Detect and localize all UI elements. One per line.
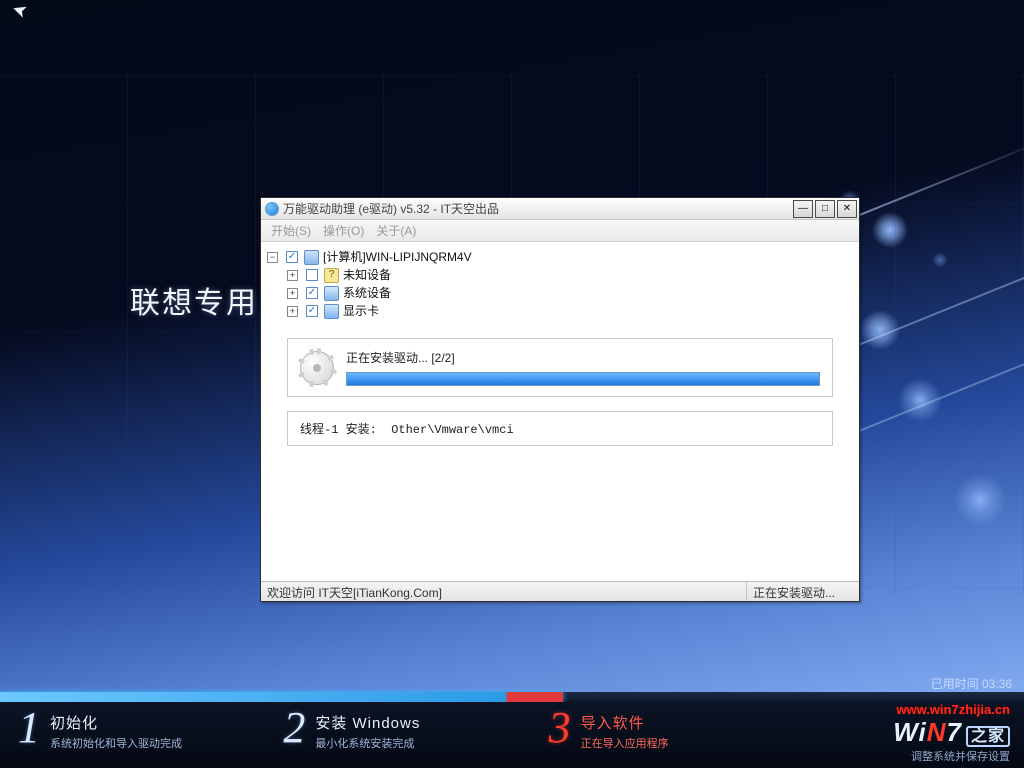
progress-label: 正在安装驱动... [2/2] [346, 349, 820, 366]
tree-row[interactable]: + ✓ 显示卡 [267, 302, 851, 320]
brand-logo: www.win7zhijia.cn WiN7之家 调整系统并保存设置 [893, 702, 1010, 764]
display-adapter-icon [324, 304, 339, 319]
step-title: 初始化 [50, 712, 182, 733]
maximize-button[interactable]: □ [815, 200, 835, 218]
logo-text: WiN7之家 [893, 717, 1010, 748]
step-number: 1 [18, 706, 40, 750]
menu-bar: 开始(S) 操作(O) 关于(A) [261, 220, 859, 242]
tree-node-label: 未知设备 [343, 266, 391, 284]
tree-node-label: 系统设备 [343, 284, 391, 302]
close-button[interactable]: ✕ [837, 200, 857, 218]
expand-icon[interactable]: + [287, 306, 298, 317]
install-steps: 1 初始化 系统初始化和导入驱动完成 2 安装 Windows 最小化系统安装完… [0, 702, 1024, 768]
install-log: 线程-1 安装: Other\Vmware\vmci [287, 411, 833, 446]
tree-root-label: [计算机]WIN-LIPIJNQRM4V [323, 248, 472, 266]
minimize-button[interactable]: — [793, 200, 813, 218]
checkbox[interactable]: ✓ [306, 305, 318, 317]
gear-icon [300, 351, 334, 385]
step-3-active: 3 导入软件 正在导入应用程序 [549, 706, 814, 768]
checkbox[interactable]: ✓ [306, 269, 318, 281]
status-right: 正在安装驱动... [747, 582, 859, 601]
unknown-device-icon: ? [324, 268, 339, 283]
status-bar: 欢迎访问 IT天空[iTianKong.Com] 正在安装驱动... [261, 581, 859, 601]
logo-subtitle: 调整系统并保存设置 [893, 748, 1010, 764]
tree-root-row[interactable]: − ✓ [计算机]WIN-LIPIJNQRM4V [267, 248, 851, 266]
tree-node-label: 显示卡 [343, 302, 379, 320]
system-device-icon [324, 286, 339, 301]
step-number: 3 [549, 706, 571, 750]
titlebar[interactable]: 万能驱动助理 (e驱动) v5.32 - IT天空出品 — □ ✕ [261, 198, 859, 220]
tree-row[interactable]: + ✓ ? 未知设备 [267, 266, 851, 284]
expand-icon[interactable]: − [267, 252, 278, 263]
overall-progress-fill [0, 692, 563, 702]
elapsed-time: 已用时间 03:36 [931, 675, 1012, 692]
install-progress-box: 正在安装驱动... [2/2] [287, 338, 833, 397]
step-number: 2 [283, 706, 305, 750]
app-icon [265, 202, 279, 216]
checkbox[interactable]: ✓ [306, 287, 318, 299]
step-subtitle: 系统初始化和导入驱动完成 [50, 735, 182, 751]
progress-panel: 正在安装驱动... [2/2] 线程-1 安装: Other\Vmware\vm… [261, 326, 859, 581]
step-title: 安装 Windows [315, 712, 420, 733]
progress-bar [346, 372, 820, 386]
status-left: 欢迎访问 IT天空[iTianKong.Com] [261, 582, 747, 601]
step-2: 2 安装 Windows 最小化系统安装完成 [283, 706, 548, 768]
overall-progress [0, 692, 1024, 702]
menu-start[interactable]: 开始(S) [265, 220, 317, 241]
device-tree: − ✓ [计算机]WIN-LIPIJNQRM4V + ✓ ? 未知设备 + ✓ … [261, 242, 859, 326]
computer-icon [304, 250, 319, 265]
window-title: 万能驱动助理 (e驱动) v5.32 - IT天空出品 [283, 200, 791, 217]
step-1: 1 初始化 系统初始化和导入驱动完成 [18, 706, 283, 768]
step-title: 导入软件 [581, 712, 669, 733]
watermark-url: www.win7zhijia.cn [893, 702, 1010, 717]
driver-installer-window: 万能驱动助理 (e驱动) v5.32 - IT天空出品 — □ ✕ 开始(S) … [260, 197, 860, 602]
checkbox[interactable]: ✓ [286, 251, 298, 263]
step-subtitle: 最小化系统安装完成 [315, 735, 420, 751]
menu-about[interactable]: 关于(A) [370, 220, 422, 241]
expand-icon[interactable]: + [287, 288, 298, 299]
step-subtitle: 正在导入应用程序 [581, 735, 669, 751]
tree-row[interactable]: + ✓ 系统设备 [267, 284, 851, 302]
progress-fill [347, 373, 819, 385]
expand-icon[interactable]: + [287, 270, 298, 281]
menu-action[interactable]: 操作(O) [317, 220, 370, 241]
